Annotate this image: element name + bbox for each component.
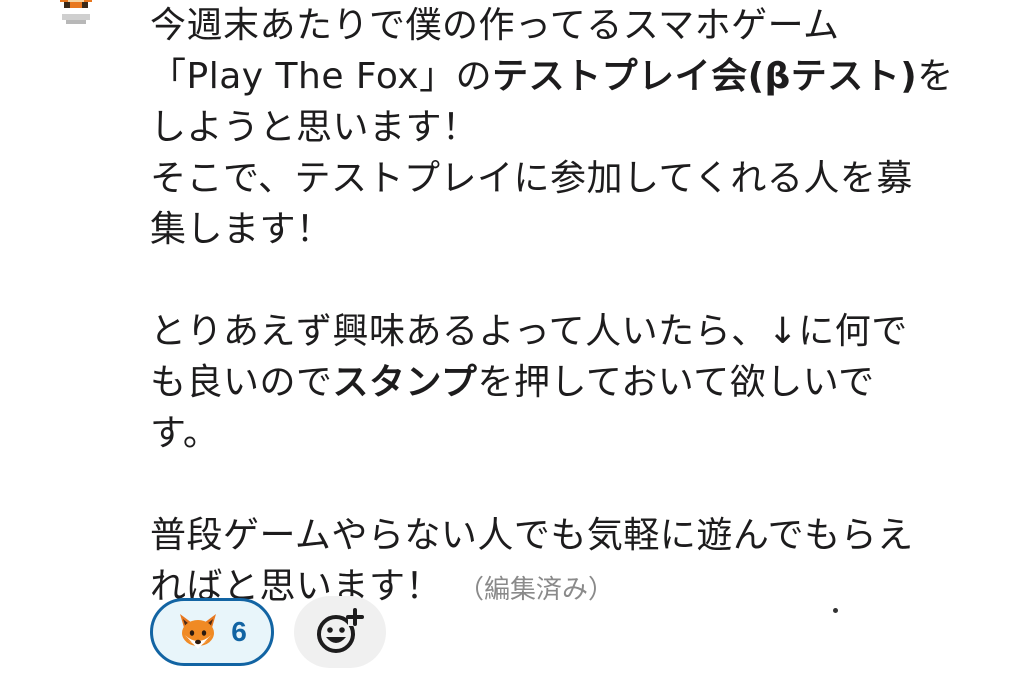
message-text: 「Play The Fox」の	[150, 56, 493, 97]
user-avatar[interactable]	[52, 0, 100, 34]
message-text: とりあえず興味あるよって人いたら、↓に何で	[150, 311, 908, 352]
message-line: そこで、テストプレイに参加してくれる人を募	[150, 153, 1000, 204]
message-text: 集します！	[150, 209, 333, 250]
fox-face-icon	[180, 614, 217, 649]
message-line: も良いのでスタンプを押しておいて欲しいで	[150, 357, 1000, 408]
message-line: 普段ゲームやらない人でも気軽に遊んでもらえ	[150, 510, 1000, 561]
edited-label: （編集済み）	[458, 575, 615, 605]
message-line: 「Play The Fox」のテストプレイ会(βテスト)を	[150, 51, 1000, 102]
pixel-fox-avatar-icon	[56, 0, 96, 24]
message-line: とりあえず興味あるよって人いたら、↓に何で	[150, 306, 1000, 357]
message-text: も良いので	[150, 362, 333, 403]
message-line: 集します！	[150, 204, 1000, 255]
divider-dot	[833, 608, 838, 613]
message-text: を	[917, 56, 954, 97]
message-line: しようと思います！	[150, 102, 1000, 153]
message-line: 今週末あたりで僕の作ってるスマホゲーム	[150, 0, 1000, 51]
message-text: 普段ゲームやらない人でも気軽に遊んでもらえ	[150, 515, 914, 556]
bold-text: テストプレイ会(βテスト)	[492, 56, 918, 97]
add-reaction-icon	[317, 608, 364, 653]
message-text: しようと思います！	[150, 107, 479, 148]
reaction-count: 6	[231, 616, 247, 647]
add-reaction-button[interactable]	[294, 596, 386, 668]
reactions-bar: 6	[150, 596, 386, 668]
message-line: す。	[150, 408, 1000, 459]
message-text: そこで、テストプレイに参加してくれる人を募	[150, 158, 913, 199]
message-text: す。	[150, 413, 220, 454]
reaction-fox[interactable]: 6	[150, 598, 274, 666]
message-body: 今週末あたりで僕の作ってるスマホゲーム 「Play The Fox」のテストプレイ…	[150, 0, 1000, 612]
bold-text: スタンプ	[332, 362, 478, 403]
message-text: を押しておいて欲しいで	[477, 362, 875, 403]
message-text: 今週末あたりで僕の作ってるスマホゲーム	[150, 5, 840, 46]
